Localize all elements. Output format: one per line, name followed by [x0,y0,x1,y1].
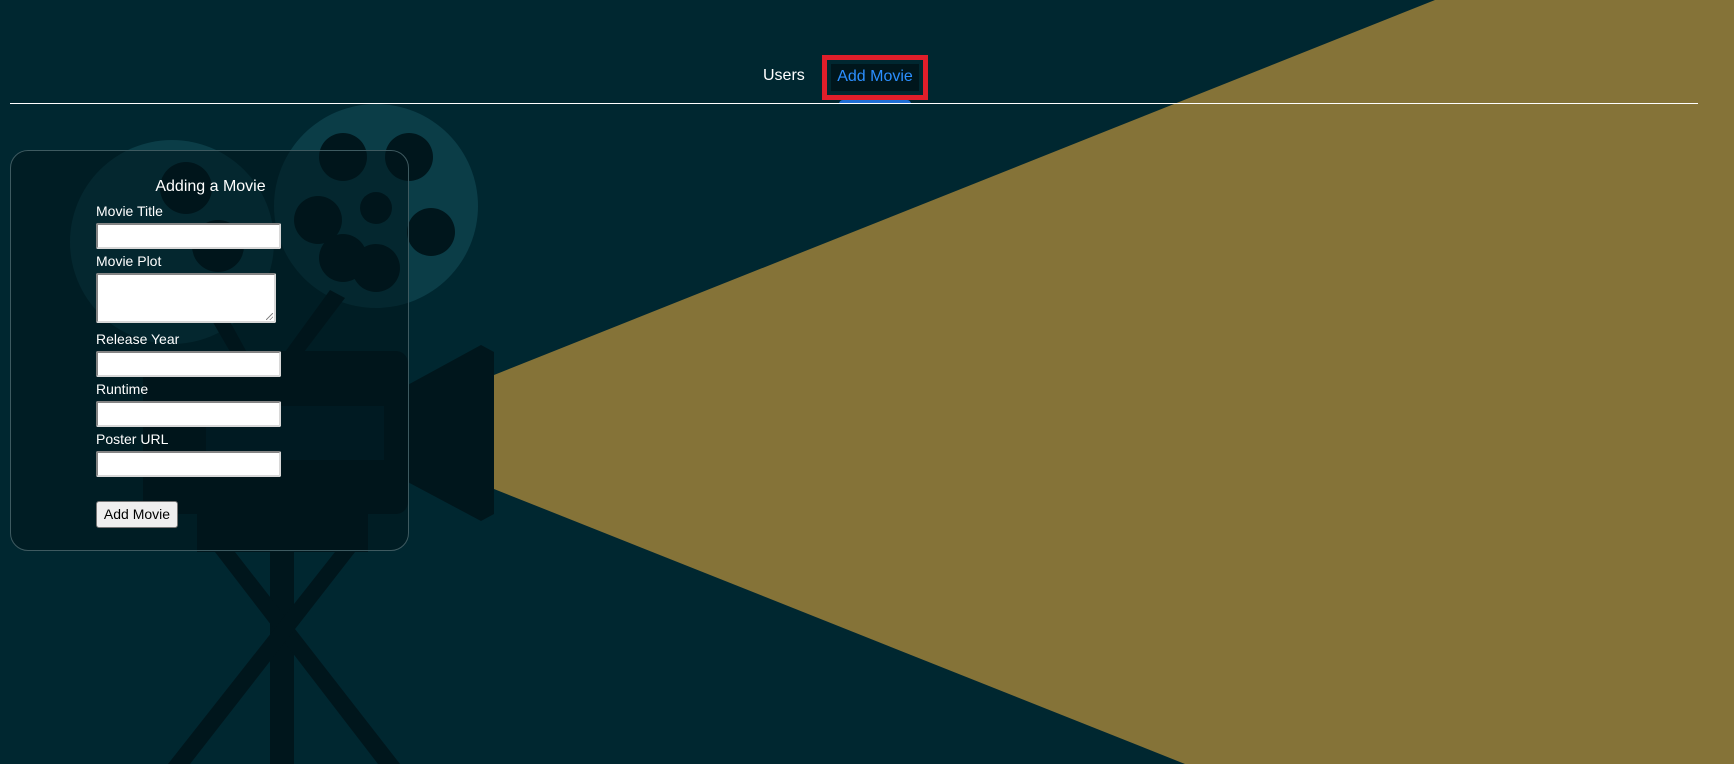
runtime-input[interactable] [96,401,281,427]
projector-light-beam [494,0,1734,764]
poster-url-label: Poster URL [96,431,169,447]
movie-title-input[interactable] [96,223,281,249]
nav-link-add-movie-label: Add Movie [837,68,913,85]
nav-link-add-movie[interactable]: Add Movie [822,55,928,104]
top-navigation: Users Add Movie [0,0,1734,104]
resize-handle-icon[interactable] [266,313,273,320]
add-movie-button[interactable]: Add Movie [96,501,178,528]
release-year-label: Release Year [96,331,180,347]
add-movie-form: Adding a Movie Movie Title Movie Plot Re… [10,150,409,551]
form-title: Adding a Movie [155,178,266,195]
movie-title-label: Movie Title [96,203,163,219]
movie-plot-label: Movie Plot [96,253,162,269]
release-year-input[interactable] [96,351,281,377]
runtime-label: Runtime [96,381,149,397]
nav-link-users[interactable]: Users [763,66,805,86]
poster-url-input[interactable] [96,451,281,477]
nav-divider [10,103,1698,104]
movie-plot-textarea[interactable] [96,273,276,323]
